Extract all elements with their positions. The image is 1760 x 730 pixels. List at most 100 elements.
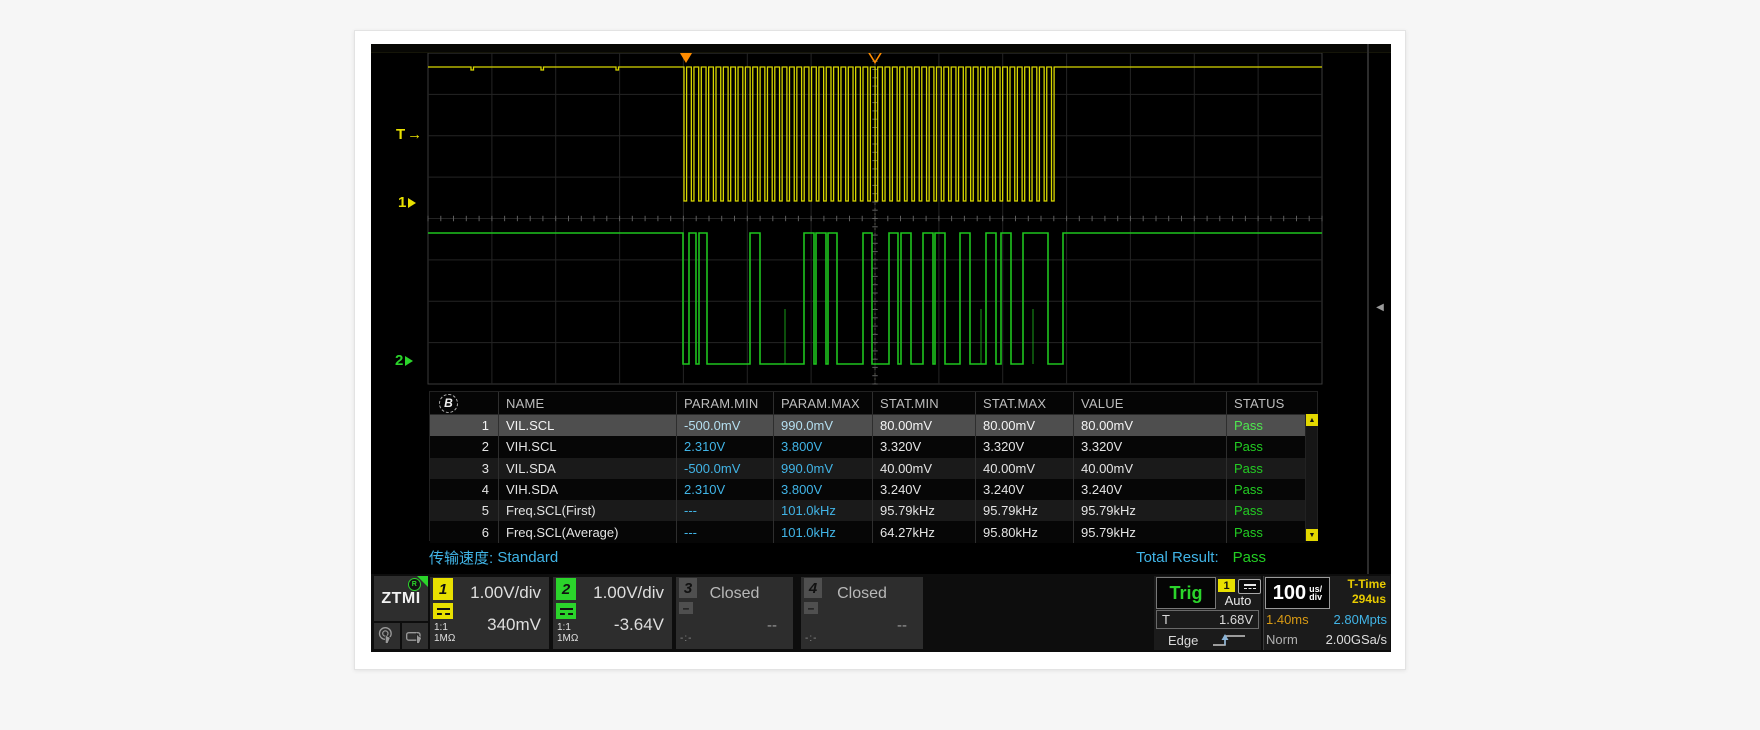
channel2-coupling-icon (556, 603, 576, 619)
trigger-type-box[interactable]: Edge (1156, 631, 1259, 649)
cell-name: Freq.SCL(Average) (498, 521, 676, 542)
channel4-block[interactable]: 4 – Closed -- -:- (801, 577, 923, 649)
t-time-display: T-Time 294us (1332, 577, 1386, 607)
ch2-marker-label: 2 (395, 352, 403, 369)
trigger-type-label: Edge (1168, 633, 1198, 648)
top-menu-strip (371, 44, 1391, 53)
cell-num: 2 (430, 436, 498, 457)
trigger-source-badge[interactable]: 1 (1218, 579, 1235, 592)
trigger-level-label: T (396, 126, 405, 143)
cell-value: 3.240V (1073, 479, 1226, 500)
table-row[interactable]: 1VIL.SCL-500.0mV990.0mV80.00mV80.00mV80.… (430, 415, 1317, 436)
cell-stat_min: 64.27kHz (872, 521, 975, 542)
channel2-block[interactable]: 2 1:11MΩ 1.00V/div -3.64V (553, 577, 672, 649)
timebase-box[interactable]: 100 us/div (1265, 577, 1330, 609)
hand-press-icon (405, 626, 425, 646)
cell-stat_max: 95.79kHz (975, 500, 1073, 521)
touch-icon (377, 626, 397, 646)
cell-status: Pass (1226, 436, 1305, 457)
timebase-scale: 100 (1273, 582, 1306, 605)
cell-status: Pass (1226, 479, 1305, 500)
timebase-unit: us/div (1309, 585, 1322, 601)
cell-stat_min: 95.79kHz (872, 500, 975, 521)
table-row[interactable]: 2VIH.SCL2.310V3.800V3.320V3.320V3.320VPa… (430, 436, 1317, 457)
trigger-mode[interactable]: Auto (1216, 593, 1260, 608)
brand-logo-text: ZTMI (381, 590, 420, 608)
channel1-probe: 1:1 (434, 622, 448, 633)
table-header-cell: VALUE (1073, 392, 1226, 414)
cell-param_min: 2.310V (676, 479, 773, 500)
channel3-block[interactable]: 3 – Closed -- -:- (676, 577, 793, 649)
channel3-probe: -:- (680, 633, 692, 644)
channel3-offset: -- (767, 617, 777, 634)
cell-stat_max: 95.80kHz (975, 521, 1073, 542)
cell-value: 95.79kHz (1073, 500, 1226, 521)
trigger-level-box-label: T (1162, 612, 1170, 627)
table-header-row: B NAMEPARAM.MINPARAM.MAXSTAT.MINSTAT.MAX… (430, 392, 1317, 415)
channel2-impedance: 1MΩ (557, 633, 578, 644)
table-header-cell: NAME (498, 392, 676, 414)
total-result-value: Pass (1233, 549, 1266, 566)
cell-status: Pass (1226, 458, 1305, 479)
trigger-panel: Trig 1 Auto T 1.68V Edge (1154, 576, 1261, 650)
cell-param_min: --- (676, 521, 773, 542)
ch1-ground-marker[interactable]: 1 (398, 194, 416, 211)
right-panel-divider (1367, 44, 1369, 574)
cell-name: VIH.SDA (498, 479, 676, 500)
trigger-coupling-icon[interactable] (1238, 579, 1261, 594)
table-row[interactable]: 4VIH.SDA2.310V3.800V3.240V3.240V3.240VPa… (430, 479, 1317, 500)
ch2-ground-marker[interactable]: 2 (395, 352, 413, 369)
cell-stat_min: 3.320V (872, 436, 975, 457)
cell-num: 1 (430, 415, 498, 436)
channel1-offset: 340mV (487, 615, 541, 635)
cell-stat_min: 3.240V (872, 479, 975, 500)
cell-param_max: 3.800V (773, 436, 872, 457)
cell-param_max: 990.0mV (773, 415, 872, 436)
cell-value: 95.79kHz (1073, 521, 1226, 542)
transfer-speed-value: Standard (497, 549, 558, 566)
registered-icon: R (408, 578, 421, 591)
cell-stat_max: 3.320V (975, 436, 1073, 457)
cell-name: VIL.SDA (498, 458, 676, 479)
channel2-probe: 1:1 (557, 622, 571, 633)
gesture-mode-button[interactable] (402, 623, 428, 649)
channel4-offset: -- (897, 617, 907, 634)
channel1-block[interactable]: 1 1:11MΩ 1.00V/div 340mV (430, 577, 549, 649)
channel1-coupling-icon (433, 603, 453, 619)
cell-stat_min: 80.00mV (872, 415, 975, 436)
channel4-state: Closed (801, 585, 923, 603)
cell-stat_max: 40.00mV (975, 458, 1073, 479)
table-row[interactable]: 6Freq.SCL(Average)---101.0kHz64.27kHz95.… (430, 521, 1317, 542)
cell-num: 5 (430, 500, 498, 521)
ch1-marker-arrow-icon (408, 198, 416, 208)
touch-mode-button[interactable] (374, 623, 400, 649)
sweep-mode: Norm (1266, 632, 1298, 647)
trigger-level-box[interactable]: T 1.68V (1156, 610, 1259, 629)
trigger-level-marker[interactable]: T→ (396, 126, 422, 143)
channel1-badge: 1 (433, 578, 453, 600)
record-length-time: 1.40ms (1266, 612, 1309, 627)
cell-param_max: 990.0mV (773, 458, 872, 479)
cell-stat_max: 3.240V (975, 479, 1073, 500)
table-header-cell: STAT.MIN (872, 392, 975, 414)
channel4-probe: -:- (805, 633, 817, 644)
cell-num: 6 (430, 521, 498, 542)
cell-param_max: 3.800V (773, 479, 872, 500)
cell-value: 80.00mV (1073, 415, 1226, 436)
table-row[interactable]: 3VIL.SDA-500.0mV990.0mV40.00mV40.00mV40.… (430, 458, 1317, 479)
cell-value: 3.320V (1073, 436, 1226, 457)
sample-rate: 2.00GSa/s (1326, 632, 1387, 647)
trigger-status-box[interactable]: Trig (1156, 577, 1216, 609)
status-bar: ZTMI R 1 1:11MΩ (371, 574, 1391, 652)
table-header-cell: PARAM.MIN (676, 392, 773, 414)
cell-status: Pass (1226, 500, 1305, 521)
cell-status: Pass (1226, 521, 1305, 542)
scroll-up-button[interactable]: ▲ (1306, 414, 1318, 426)
table-scrollbar[interactable]: ▲ ▼ (1305, 414, 1317, 541)
bus-b-icon[interactable]: B (439, 394, 458, 413)
trigger-level-value: 1.68V (1219, 612, 1253, 627)
right-panel-handle[interactable]: ◀ (1372, 296, 1388, 318)
table-row[interactable]: 5Freq.SCL(First)---101.0kHz95.79kHz95.79… (430, 500, 1317, 521)
scroll-down-button[interactable]: ▼ (1306, 529, 1318, 541)
results-table-body: 1VIL.SCL-500.0mV990.0mV80.00mV80.00mV80.… (430, 415, 1317, 543)
